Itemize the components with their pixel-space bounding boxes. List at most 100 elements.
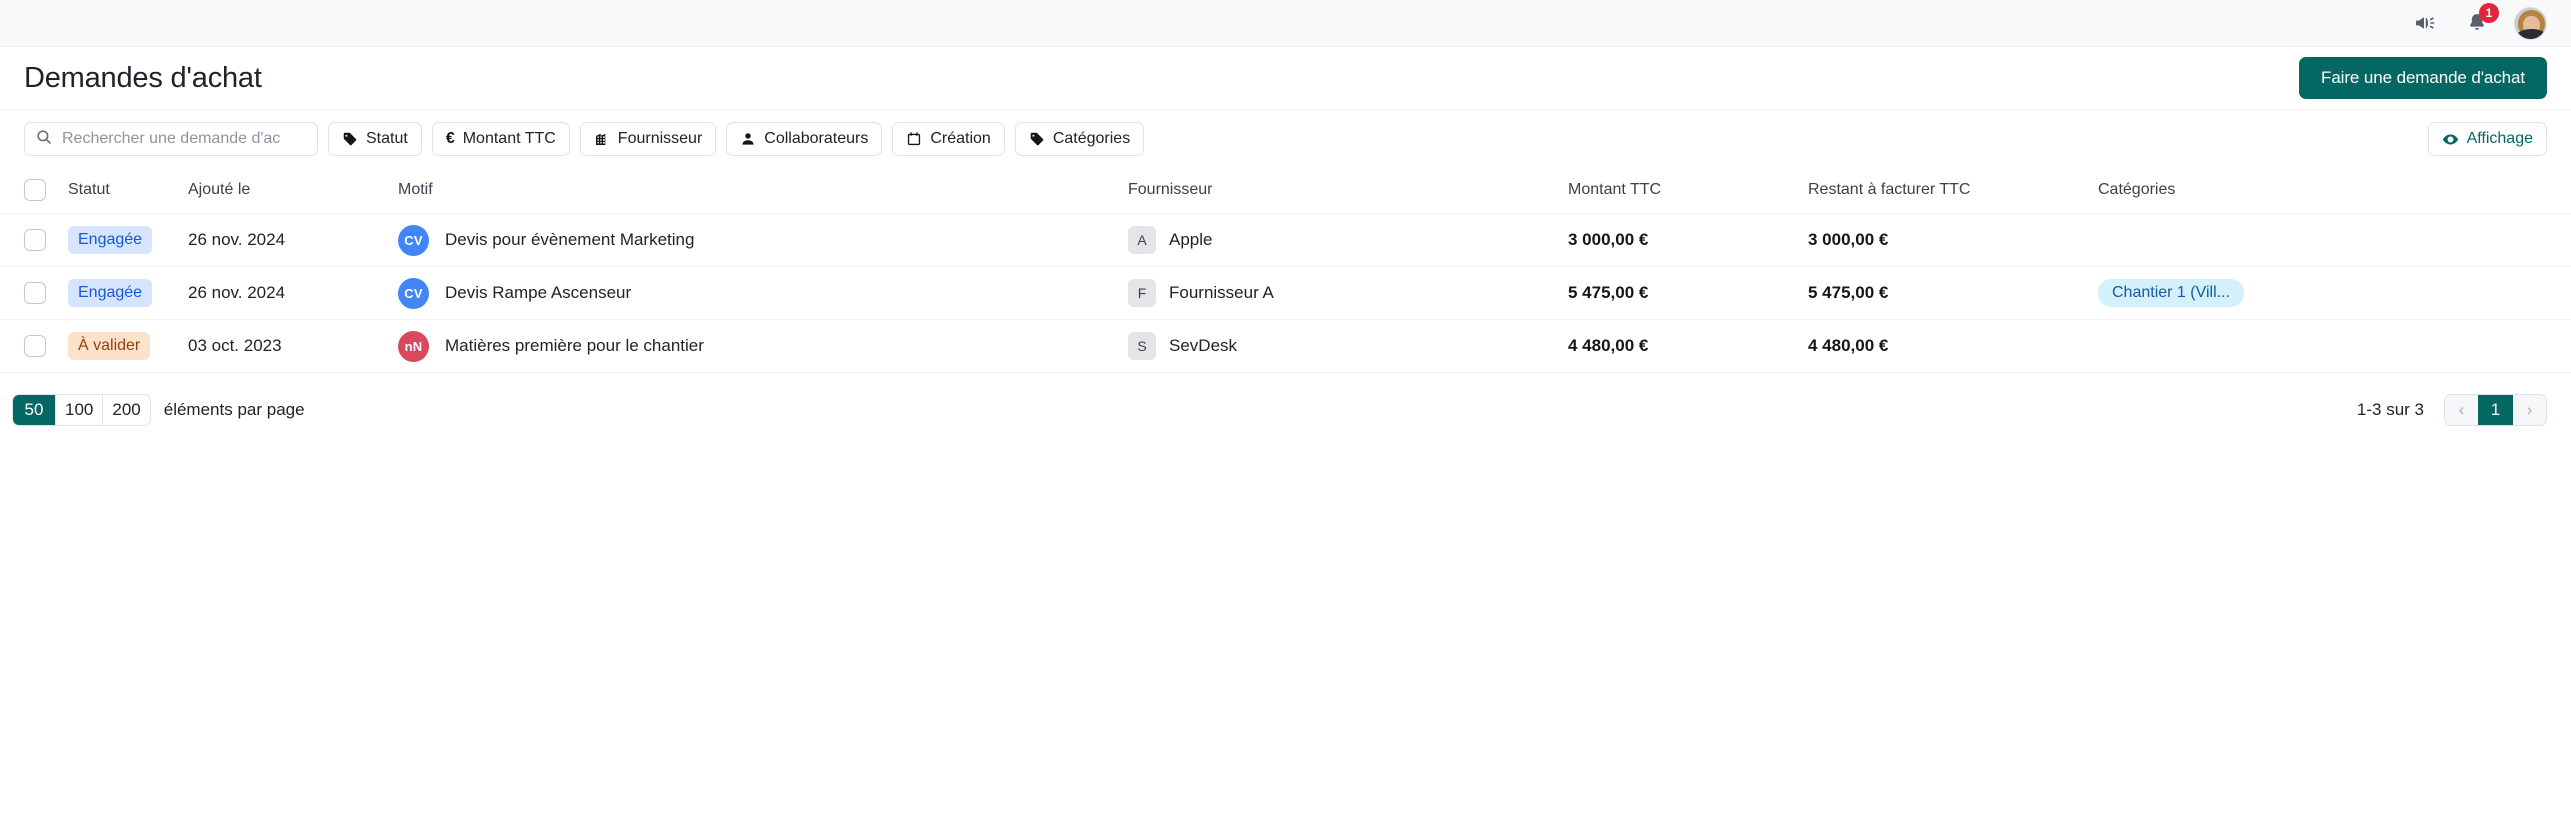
cell-statut: Engagée [68, 266, 188, 320]
next-page-button[interactable]: › [2513, 395, 2546, 425]
page-number-1[interactable]: 1 [2478, 395, 2513, 425]
purchase-requests-table: Statut Ajouté le Motif Fournisseur Monta… [0, 168, 2571, 373]
select-all-checkbox[interactable] [24, 179, 46, 201]
avatar[interactable] [2514, 6, 2547, 40]
column-header-categories[interactable]: Catégories [2098, 168, 2571, 214]
eye-icon [2442, 131, 2459, 148]
row-select-cell [0, 213, 68, 267]
remaining-ttc: 5 475,00 € [1808, 283, 1889, 302]
top-bar: 1 [0, 0, 2571, 47]
cell-motif: nN Matières première pour le chantier [398, 319, 1128, 373]
table-row[interactable]: Engagée 26 nov. 2024 CV Devis Rampe Asce… [0, 266, 2571, 320]
supplier-initial-badge: S [1128, 332, 1156, 360]
filter-creation[interactable]: Création [892, 122, 1005, 156]
row-select-cell [0, 266, 68, 320]
cell-motif: CV Devis Rampe Ascenseur [398, 266, 1128, 320]
cell-restant-ttc: 3 000,00 € [1808, 213, 2098, 267]
filter-fournisseur[interactable]: Fournisseur [579, 122, 717, 156]
supplier-name: SevDesk [1169, 336, 1238, 355]
table-header-row: Statut Ajouté le Motif Fournisseur Monta… [0, 168, 2571, 214]
row-checkbox[interactable] [24, 282, 46, 304]
search-input[interactable] [62, 130, 307, 148]
filter-collaborateurs[interactable]: Collaborateurs [726, 122, 883, 156]
status-badge: Engagée [68, 226, 153, 254]
amount-ttc: 3 000,00 € [1568, 230, 1649, 249]
pagination-control: ‹ 1 › [2444, 394, 2547, 426]
create-purchase-request-button[interactable]: Faire une demande d'achat [2299, 57, 2547, 99]
search-icon [35, 128, 53, 151]
cell-date: 26 nov. 2024 [188, 266, 398, 320]
column-header-fournisseur[interactable]: Fournisseur [1128, 168, 1568, 214]
display-settings-label: Affichage [2466, 130, 2533, 147]
amount-ttc: 5 475,00 € [1568, 283, 1649, 302]
category-badge: Chantier 1 (Vill... [2098, 279, 2244, 307]
motif-text: Devis pour évènement Marketing [445, 230, 695, 249]
supplier-name: Apple [1169, 230, 1213, 249]
top-bar-icons: 1 [2410, 3, 2547, 40]
euro-icon: € [445, 130, 455, 147]
filter-creation-label: Création [930, 130, 991, 147]
tag-icon [1029, 131, 1045, 147]
filter-statut-label: Statut [366, 130, 408, 147]
row-select-cell [0, 319, 68, 373]
amount-ttc: 4 480,00 € [1568, 336, 1649, 355]
motif-text: Matières première pour le chantier [445, 336, 704, 355]
table-row[interactable]: À valider 03 oct. 2023 nN Matières premi… [0, 319, 2571, 373]
filter-categories-label: Catégories [1052, 130, 1131, 147]
notification-count-badge: 1 [2479, 3, 2499, 23]
status-badge: Engagée [68, 279, 153, 307]
select-all-header [0, 168, 68, 214]
owner-initials-avatar: nN [398, 330, 429, 362]
column-header-motif[interactable]: Motif [398, 168, 1128, 214]
display-settings-button[interactable]: Affichage [2427, 122, 2547, 156]
page-size-selector: 50 100 200 [12, 394, 151, 426]
cell-categories: Chantier 1 (Vill... [2098, 266, 2571, 320]
column-header-montant-ttc[interactable]: Montant TTC [1568, 168, 1808, 214]
column-header-restant-facturer[interactable]: Restant à facturer TTC [1808, 168, 2098, 214]
table-body: Engagée 26 nov. 2024 CV Devis pour évène… [0, 213, 2571, 373]
cell-statut: À valider [68, 319, 188, 373]
owner-initials-avatar: CV [398, 277, 429, 309]
motif-text: Devis Rampe Ascenseur [445, 283, 632, 302]
cell-fournisseur: F Fournisseur A [1128, 266, 1568, 320]
filter-categories[interactable]: Catégories [1014, 122, 1145, 156]
page-title: Demandes d'achat [24, 61, 262, 94]
cell-date: 03 oct. 2023 [188, 319, 398, 373]
page-header: Demandes d'achat Faire une demande d'ach… [0, 47, 2571, 110]
avatar-shoulders [2517, 28, 2546, 39]
cell-montant-ttc: 4 480,00 € [1568, 319, 1808, 373]
page-size-50[interactable]: 50 [13, 395, 56, 425]
page-size-200[interactable]: 200 [103, 395, 150, 425]
table-row[interactable]: Engagée 26 nov. 2024 CV Devis pour évène… [0, 213, 2571, 267]
building-icon [594, 131, 610, 147]
column-header-statut[interactable]: Statut [68, 168, 188, 214]
filter-statut[interactable]: Statut [328, 122, 422, 156]
page-size-100[interactable]: 100 [56, 395, 104, 425]
filter-fournisseur-label: Fournisseur [617, 130, 703, 147]
result-range-text: 1-3 sur 3 [2356, 400, 2424, 419]
filter-montant-ttc[interactable]: € Montant TTC [431, 122, 570, 156]
owner-initials-avatar: CV [398, 224, 429, 256]
table-footer: 50 100 200 éléments par page 1-3 sur 3 ‹… [0, 373, 2571, 447]
cell-motif: CV Devis pour évènement Marketing [398, 213, 1128, 267]
cell-categories [2098, 213, 2571, 267]
filter-collaborateurs-label: Collaborateurs [764, 130, 869, 147]
filter-montant-ttc-label: Montant TTC [462, 130, 556, 147]
bell-icon[interactable]: 1 [2462, 3, 2499, 38]
row-checkbox[interactable] [24, 335, 46, 357]
previous-page-button[interactable]: ‹ [2445, 395, 2478, 425]
remaining-ttc: 3 000,00 € [1808, 230, 1889, 249]
cell-montant-ttc: 5 475,00 € [1568, 266, 1808, 320]
tag-icon [342, 131, 358, 147]
table-head: Statut Ajouté le Motif Fournisseur Monta… [0, 168, 2571, 214]
megaphone-icon[interactable] [2410, 8, 2440, 38]
cell-fournisseur: A Apple [1128, 213, 1568, 267]
remaining-ttc: 4 480,00 € [1808, 336, 1889, 355]
person-icon [740, 131, 756, 147]
column-header-date[interactable]: Ajouté le [188, 168, 398, 214]
cell-montant-ttc: 3 000,00 € [1568, 213, 1808, 267]
row-checkbox[interactable] [24, 229, 46, 251]
cell-restant-ttc: 4 480,00 € [1808, 319, 2098, 373]
supplier-initial-badge: F [1128, 279, 1156, 307]
search-box[interactable] [24, 122, 318, 156]
